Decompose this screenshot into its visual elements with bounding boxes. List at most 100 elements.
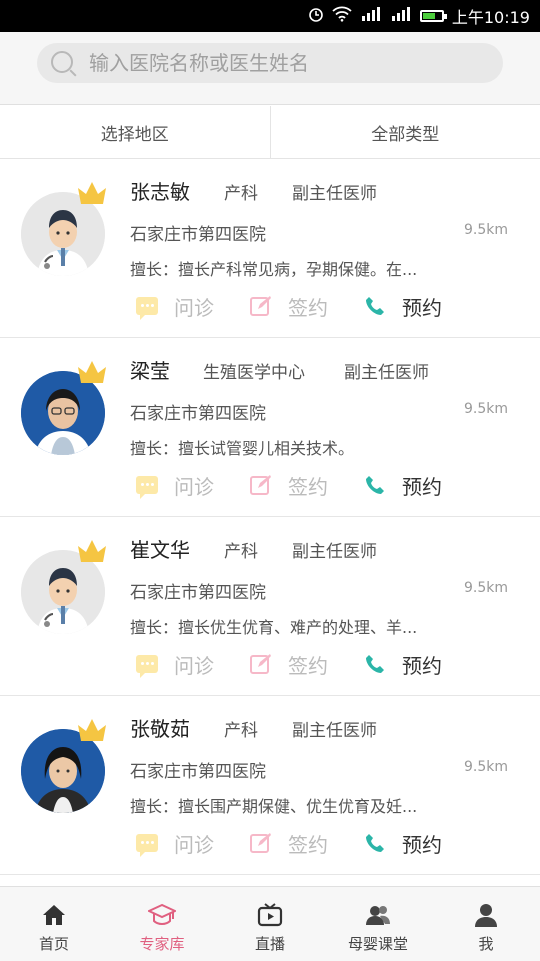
- graduation-cap-icon: [148, 901, 176, 929]
- action-row: 问诊 签约 预约: [136, 649, 456, 679]
- sign-label: 签约: [288, 292, 328, 321]
- doctor-name: 张志敏: [130, 176, 190, 205]
- doctor-hospital: 石家庄市第四医院: [130, 757, 266, 782]
- action-row: 问诊 签约 预约: [136, 291, 456, 321]
- tab-class[interactable]: 母婴课堂: [324, 887, 432, 961]
- doctor-distance: 9.5km: [464, 222, 508, 238]
- sign-button[interactable]: 签约: [250, 649, 328, 679]
- tv-icon: [256, 901, 284, 929]
- book-label: 预约: [402, 292, 442, 321]
- doctor-distance: 9.5km: [464, 759, 508, 775]
- book-label: 预约: [402, 650, 442, 679]
- phone-icon: [364, 832, 386, 854]
- status-bar: 上午10:19: [0, 0, 540, 32]
- book-button[interactable]: 预约: [364, 470, 442, 500]
- tab-home[interactable]: 首页: [0, 887, 108, 961]
- book-label: 预约: [402, 471, 442, 500]
- book-button[interactable]: 预约: [364, 649, 442, 679]
- tab-live[interactable]: 直播: [216, 887, 324, 961]
- crown-icon: [76, 717, 108, 745]
- doctor-name: 梁莹: [130, 355, 170, 384]
- region-filter[interactable]: 选择地区: [0, 106, 270, 158]
- doctor-list: 张志敏 产科 副主任医师 石家庄市第四医院 9.5km 擅长：擅长产科常见病，孕…: [0, 159, 540, 875]
- person-icon: [472, 901, 500, 929]
- doctor-dept: 产科: [224, 537, 258, 562]
- doctor-card[interactable]: 张敬茹 产科 副主任医师 石家庄市第四医院 9.5km 擅长：擅长围产期保健、优…: [0, 696, 540, 875]
- tab-label: 我: [478, 933, 493, 954]
- search-box[interactable]: [37, 43, 503, 83]
- doctor-dept: 产科: [224, 179, 258, 204]
- tab-label: 直播: [255, 933, 285, 954]
- doctor-card[interactable]: 崔文华 产科 副主任医师 石家庄市第四医院 9.5km 擅长：擅长优生优育、难产…: [0, 517, 540, 696]
- tab-me[interactable]: 我: [432, 887, 540, 961]
- edit-icon: [250, 832, 272, 854]
- consult-button[interactable]: 问诊: [136, 470, 214, 500]
- action-row: 问诊 签约 预约: [136, 828, 456, 858]
- edit-icon: [250, 295, 272, 317]
- sign-button[interactable]: 签约: [250, 291, 328, 321]
- tab-label: 首页: [39, 933, 69, 954]
- chat-icon: [136, 476, 158, 494]
- consult-label: 问诊: [174, 829, 214, 858]
- doctor-hospital: 石家庄市第四医院: [130, 399, 266, 424]
- doctor-title: 副主任医师: [292, 716, 377, 741]
- tab-label: 母婴课堂: [348, 933, 408, 954]
- doctor-title: 副主任医师: [292, 179, 377, 204]
- chat-icon: [136, 834, 158, 852]
- consult-button[interactable]: 问诊: [136, 649, 214, 679]
- doctor-specialty: 擅长：擅长试管婴儿相关技术。: [130, 435, 460, 459]
- filter-bar: 选择地区 全部类型: [0, 106, 540, 159]
- tab-experts[interactable]: 专家库: [108, 887, 216, 961]
- bottom-tab-bar: 首页 专家库 直播 母婴课堂 我: [0, 886, 540, 961]
- status-time: 上午10:19: [452, 4, 530, 28]
- sign-button[interactable]: 签约: [250, 828, 328, 858]
- sign-button[interactable]: 签约: [250, 470, 328, 500]
- phone-icon: [364, 653, 386, 675]
- alarm-icon: [308, 6, 324, 26]
- sign-label: 签约: [288, 650, 328, 679]
- doctor-title: 副主任医师: [344, 358, 429, 383]
- book-button[interactable]: 预约: [364, 291, 442, 321]
- chat-icon: [136, 297, 158, 315]
- crown-icon: [76, 359, 108, 387]
- doctor-hospital: 石家庄市第四医院: [130, 220, 266, 245]
- doctor-card[interactable]: 梁莹 生殖医学中心 副主任医师 石家庄市第四医院 9.5km 擅长：擅长试管婴儿…: [0, 338, 540, 517]
- consult-label: 问诊: [174, 471, 214, 500]
- doctor-distance: 9.5km: [464, 580, 508, 596]
- signal-icon-2: [390, 6, 412, 26]
- doctor-specialty: 擅长：擅长优生优育、难产的处理、羊...: [130, 614, 460, 638]
- sign-label: 签约: [288, 471, 328, 500]
- edit-icon: [250, 653, 272, 675]
- tab-label: 专家库: [139, 933, 184, 954]
- crown-icon: [76, 538, 108, 566]
- book-label: 预约: [402, 829, 442, 858]
- action-row: 问诊 签约 预约: [136, 470, 456, 500]
- edit-icon: [250, 474, 272, 496]
- wifi-icon: [332, 6, 352, 26]
- doctor-title: 副主任医师: [292, 537, 377, 562]
- doctor-name: 张敬茹: [130, 713, 190, 742]
- doctor-hospital: 石家庄市第四医院: [130, 578, 266, 603]
- consult-label: 问诊: [174, 292, 214, 321]
- home-icon: [40, 901, 68, 929]
- doctor-card[interactable]: 张志敏 产科 副主任医师 石家庄市第四医院 9.5km 擅长：擅长产科常见病，孕…: [0, 159, 540, 338]
- doctor-specialty: 擅长：擅长围产期保健、优生优育及妊...: [130, 793, 460, 817]
- top-bar: [0, 32, 540, 105]
- phone-icon: [364, 474, 386, 496]
- consult-button[interactable]: 问诊: [136, 828, 214, 858]
- people-icon: [364, 901, 392, 929]
- doctor-specialty: 擅长：擅长产科常见病，孕期保健。在...: [130, 256, 460, 280]
- crown-icon: [76, 180, 108, 208]
- doctor-name: 崔文华: [130, 534, 190, 563]
- chat-icon: [136, 655, 158, 673]
- doctor-distance: 9.5km: [464, 401, 508, 417]
- consult-button[interactable]: 问诊: [136, 291, 214, 321]
- signal-icon: [360, 6, 382, 26]
- battery-icon: [420, 10, 444, 22]
- search-input[interactable]: [89, 43, 489, 83]
- book-button[interactable]: 预约: [364, 828, 442, 858]
- type-filter[interactable]: 全部类型: [270, 106, 540, 158]
- consult-label: 问诊: [174, 650, 214, 679]
- phone-icon: [364, 295, 386, 317]
- search-icon: [51, 51, 73, 73]
